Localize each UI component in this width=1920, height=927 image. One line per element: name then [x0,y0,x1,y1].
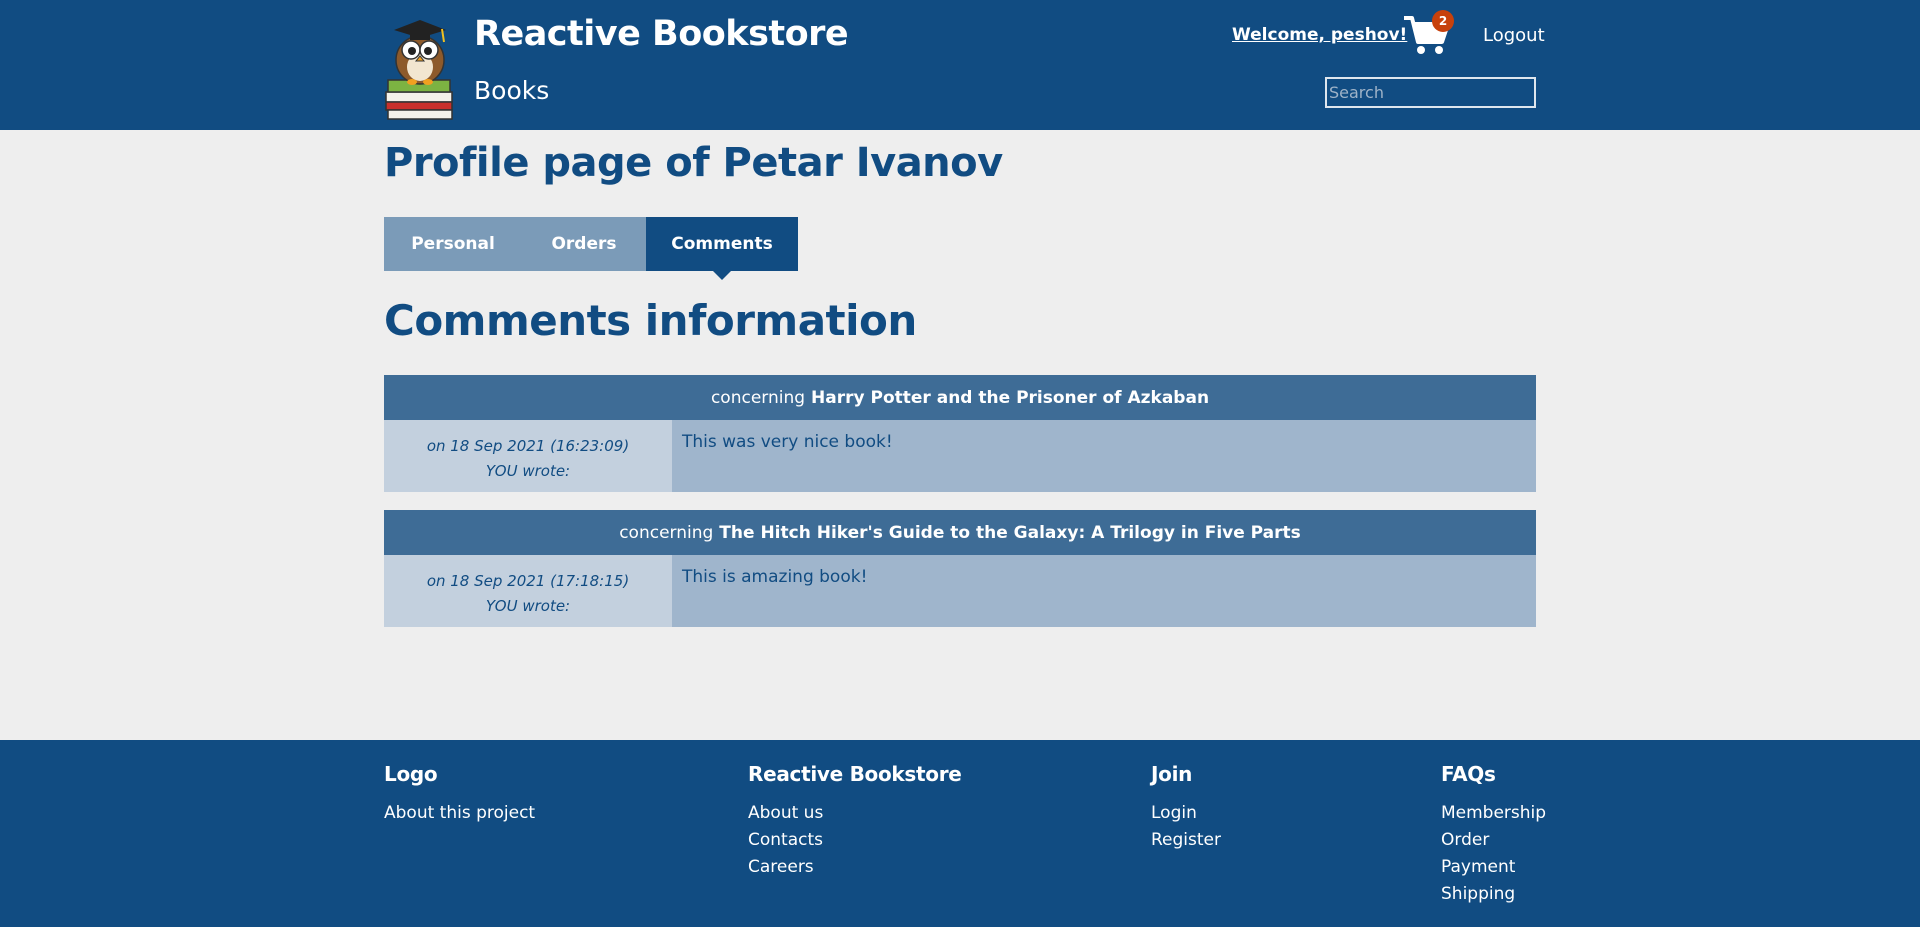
comment-author: YOU wrote: [485,597,571,615]
logout-link[interactable]: Logout [1483,25,1545,46]
footer-column-logo: Logo About this project [384,762,535,827]
comment-card: concerning The Hitch Hiker's Guide to th… [384,510,1536,627]
site-brand-title[interactable]: Reactive Bookstore [474,14,849,54]
footer-column-title: Join [1151,762,1193,786]
footer-link-shipping[interactable]: Shipping [1441,881,1546,908]
footer-link-membership[interactable]: Membership [1441,800,1546,827]
tab-orders[interactable]: Orders [522,217,646,271]
profile-tabs: Personal Orders Comments [384,217,798,280]
footer-link-about-us[interactable]: About us [748,800,962,827]
nav-books-link[interactable]: Books [474,76,549,105]
comment-header: concerning The Hitch Hiker's Guide to th… [384,510,1536,555]
section-title: Comments information [384,296,917,345]
footer-link-about-project[interactable]: About this project [384,800,535,827]
tab-personal[interactable]: Personal [384,217,522,271]
comment-body: on 18 Sep 2021 (16:23:09) YOU wrote: Thi… [384,420,1536,492]
comment-author: YOU wrote: [485,462,571,480]
comment-card: concerning Harry Potter and the Prisoner… [384,375,1536,492]
cart-count-badge: 2 [1432,10,1454,32]
footer-column-join: Join Login Register [1151,762,1221,854]
comment-prefix: concerning [619,522,714,543]
comment-date: on 18 Sep 2021 (16:23:09) [426,437,630,455]
site-header: Reactive Bookstore Books Welcome, peshov… [0,0,1920,130]
footer-column-title: Reactive Bookstore [748,762,962,786]
footer-link-order[interactable]: Order [1441,827,1546,854]
footer-link-login[interactable]: Login [1151,800,1221,827]
footer-link-contacts[interactable]: Contacts [748,827,962,854]
comment-meta: on 18 Sep 2021 (16:23:09) YOU wrote: [384,420,672,492]
footer-link-payment[interactable]: Payment [1441,854,1546,881]
site-footer: Logo About this project Reactive Booksto… [0,740,1920,927]
footer-column-title: FAQs [1441,762,1496,786]
comment-book-title[interactable]: The Hitch Hiker's Guide to the Galaxy: A… [719,523,1301,543]
footer-column-faqs: FAQs Membership Order Payment Shipping [1441,762,1546,908]
comment-date: on 18 Sep 2021 (17:18:15) [426,572,630,590]
footer-column-title: Logo [384,762,438,786]
search-input[interactable] [1325,77,1536,108]
footer-column-bookstore: Reactive Bookstore About us Contacts Car… [748,762,962,881]
owl-logo-icon[interactable] [384,12,456,120]
welcome-user-link[interactable]: Welcome, peshov! [1232,25,1407,45]
comment-book-title[interactable]: Harry Potter and the Prisoner of Azkaban [811,388,1209,408]
comment-text: This is amazing book! [672,555,1536,627]
tab-comments[interactable]: Comments [646,217,798,280]
comment-prefix: concerning [710,387,806,408]
footer-link-careers[interactable]: Careers [748,854,962,881]
comment-text: This was very nice book! [672,420,1536,492]
footer-link-register[interactable]: Register [1151,827,1221,854]
comment-header: concerning Harry Potter and the Prisoner… [384,375,1536,420]
page-title: Profile page of Petar Ivanov [384,140,1003,186]
comment-meta: on 18 Sep 2021 (17:18:15) YOU wrote: [384,555,672,627]
comment-body: on 18 Sep 2021 (17:18:15) YOU wrote: Thi… [384,555,1536,627]
